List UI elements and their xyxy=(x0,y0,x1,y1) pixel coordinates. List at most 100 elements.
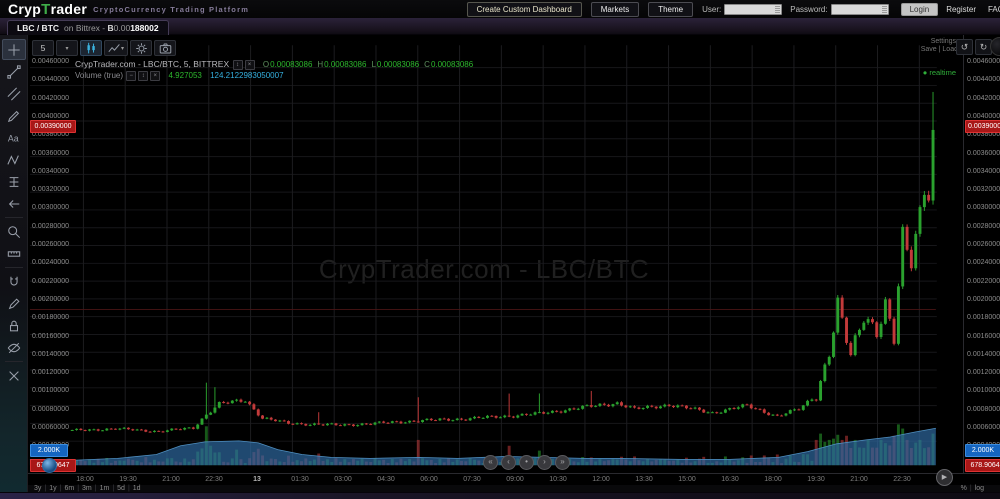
login-button[interactable]: Login xyxy=(901,3,939,16)
app-logo[interactable]: CrypTrader xyxy=(8,1,87,18)
range-1d[interactable]: 1d xyxy=(133,485,141,492)
theme-button[interactable]: Theme xyxy=(648,2,693,17)
price-tick-label: 0.00220000 xyxy=(32,278,69,285)
user-input[interactable] xyxy=(724,4,782,15)
arrow-left-icon[interactable] xyxy=(2,193,26,214)
volume-label: Volume (true) xyxy=(75,71,123,80)
forecast-icon[interactable] xyxy=(2,171,26,192)
time-tick-label: 12:00 xyxy=(592,476,610,483)
play-icon[interactable]: ▶ xyxy=(936,469,953,486)
indicator-settings-icon[interactable] xyxy=(130,40,152,56)
candlestick-style-icon[interactable] xyxy=(80,40,102,56)
price-tick-label: 0.00160000 xyxy=(32,333,69,340)
price-tick-label: 0.00460000 xyxy=(967,58,1000,65)
zoom-in-icon[interactable] xyxy=(2,221,26,242)
undo-icon[interactable]: ↺ xyxy=(956,39,973,55)
chart-nav-dot-2[interactable]: • xyxy=(519,455,534,470)
snapshot-icon[interactable] xyxy=(154,40,176,56)
time-tick-label: 03:00 xyxy=(334,476,352,483)
remove-drawings-icon[interactable] xyxy=(2,365,26,386)
time-tick-label: 19:30 xyxy=(807,476,825,483)
brush-icon[interactable] xyxy=(2,105,26,126)
range-5d[interactable]: 5d xyxy=(117,485,125,492)
xabcd-pattern-icon[interactable] xyxy=(2,149,26,170)
time-tick-label: 22:30 xyxy=(205,476,223,483)
scale-log[interactable]: log xyxy=(975,485,984,492)
time-tick-label: 15:00 xyxy=(678,476,696,483)
trend-line-icon[interactable] xyxy=(2,61,26,82)
settings-save-load[interactable]: Settings:Save | Load xyxy=(921,38,958,54)
time-tick-label: 16:30 xyxy=(721,476,739,483)
price-tick-label: 0.00060000 xyxy=(32,424,69,431)
password-input[interactable] xyxy=(831,4,889,15)
range-3y[interactable]: 3y xyxy=(34,485,41,492)
drawing-toolbar: Aa xyxy=(0,35,28,492)
price-tick-label: 0.00080000 xyxy=(32,406,69,413)
last-price-marker-right: 0.00390000 xyxy=(965,120,1000,133)
price-tick-label: 0.00100000 xyxy=(32,387,69,394)
volume-collapse-icon[interactable]: ↕ xyxy=(138,71,148,81)
measure-icon[interactable] xyxy=(2,243,26,264)
app-tagline: CryptoCurrency Trading Platform xyxy=(93,5,249,14)
legend-close-icon[interactable]: × xyxy=(245,60,255,70)
volume-settings-icon[interactable]: − xyxy=(126,71,136,81)
price-tick-label: 0.00440000 xyxy=(32,76,69,83)
edit-icon[interactable] xyxy=(2,293,26,314)
interval-dropdown[interactable]: ▾ xyxy=(56,40,78,56)
text-tool-icon[interactable]: Aa xyxy=(2,127,26,148)
create-dashboard-button[interactable]: Create Custom Dashboard xyxy=(467,2,582,17)
price-tick-label: 0.00080000 xyxy=(967,406,1000,413)
time-tick-label: 07:30 xyxy=(463,476,481,483)
legend-collapse-icon[interactable]: ↕ xyxy=(233,60,243,70)
volume-marker-left: 2.000K xyxy=(30,444,68,457)
top-header: CrypTrader CryptoCurrency Trading Platfo… xyxy=(0,0,1000,18)
price-tick-label: 0.00100000 xyxy=(967,387,1000,394)
parallel-channel-icon[interactable] xyxy=(2,83,26,104)
status-orb-icon xyxy=(42,458,57,473)
time-tick-label: 01:30 xyxy=(291,476,309,483)
chart-nav-dot-0[interactable]: « xyxy=(483,455,498,470)
interval-button[interactable]: 5 xyxy=(32,40,54,56)
range-6m[interactable]: 6m xyxy=(64,485,74,492)
chart-area[interactable]: CrypTrader.com - LBC/BTC 5 ▾ ▾ Settings:… xyxy=(28,35,1000,492)
input-grip-icon xyxy=(882,6,887,13)
price-tick-label: 0.00420000 xyxy=(32,95,69,102)
range-1y[interactable]: 1y xyxy=(49,485,56,492)
markets-button[interactable]: Markets xyxy=(591,2,639,17)
price-tick-label: 0.00160000 xyxy=(967,333,1000,340)
time-tick-label: 18:00 xyxy=(764,476,782,483)
price-tick-label: 0.00460000 xyxy=(32,58,69,65)
price-tick-label: 0.00280000 xyxy=(967,223,1000,230)
toolbar-divider xyxy=(5,361,23,362)
time-tick-label: 09:00 xyxy=(506,476,524,483)
time-tick-label: 06:00 xyxy=(420,476,438,483)
price-tick-label: 0.00180000 xyxy=(32,314,69,321)
crosshair-icon[interactable] xyxy=(2,39,26,60)
volume-close-icon[interactable]: × xyxy=(150,71,160,81)
range-1m[interactable]: 1m xyxy=(100,485,110,492)
price-tick-label: 0.00400000 xyxy=(967,113,1000,120)
tab-lbc-btc[interactable]: LBC / BTCon Bittrex - B0.00188002 xyxy=(7,20,169,35)
price-tick-label: 0.00340000 xyxy=(32,168,69,175)
lock-icon[interactable] xyxy=(2,315,26,336)
magnet-icon[interactable] xyxy=(2,271,26,292)
line-style-icon[interactable]: ▾ xyxy=(104,40,128,56)
chart-toolbar: 5 ▾ ▾ xyxy=(32,40,176,56)
price-tick-label: 0.00400000 xyxy=(32,113,69,120)
price-tick-label: 0.00360000 xyxy=(32,150,69,157)
chart-nav-dot-4[interactable]: » xyxy=(555,455,570,470)
price-tick-label: 0.00200000 xyxy=(967,296,1000,303)
faq-link[interactable]: FAQ xyxy=(988,5,1000,14)
volume-value: 4.927053 xyxy=(169,71,202,80)
last-volume-marker-right: 678.90647 xyxy=(965,459,1000,472)
chart-nav-dot-1[interactable]: ‹ xyxy=(501,455,516,470)
register-link[interactable]: Register xyxy=(946,5,976,14)
price-tick-label: 0.00240000 xyxy=(32,259,69,266)
range-3m[interactable]: 3m xyxy=(82,485,92,492)
chart-nav-dot-3[interactable]: › xyxy=(537,455,552,470)
candlestick-chart[interactable] xyxy=(28,35,1000,492)
price-tick-label: 0.00320000 xyxy=(967,186,1000,193)
scale-%[interactable]: % xyxy=(961,485,967,492)
user-label: User: xyxy=(702,5,721,14)
eye-off-icon[interactable] xyxy=(2,337,26,358)
